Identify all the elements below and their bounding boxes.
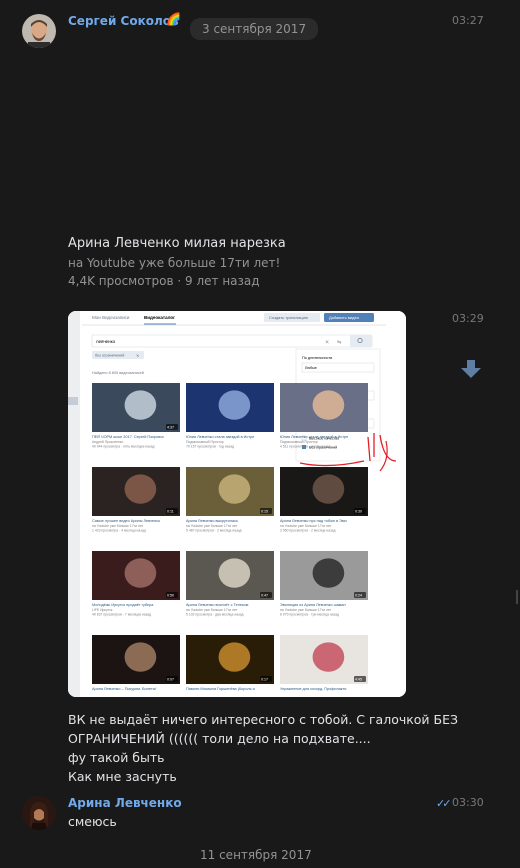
svg-text:×: × — [325, 340, 329, 346]
shot-add-video: Добавить видео — [329, 315, 360, 320]
avatar-sergey[interactable] — [22, 14, 56, 48]
shot-video-duration: 0:30 — [355, 510, 362, 514]
shot-video-views: 4 511 просмотров · месяц назад — [280, 445, 331, 449]
shot-video-card: 4:45 Упражнение для кохорд. Профилакти — [280, 635, 368, 691]
shot-video-views: 70 157 просмотров · год назад — [186, 445, 234, 449]
shot-video-thumbnail-subject — [312, 390, 345, 420]
shot-video-channel: на Youtube уже больше 17ти лет — [186, 524, 238, 528]
message-text-line: ВК не выдаёт ничего интересного с тобой.… — [68, 712, 459, 727]
shot-video-title: Памяти Михаила Горшенёва (Король и — [186, 687, 255, 691]
avatar-arina-image — [22, 796, 56, 830]
arrow-down-icon — [461, 360, 481, 378]
shot-video-thumbnail-subject — [312, 642, 345, 672]
message-text: смеюсь — [68, 814, 117, 829]
shot-video-title: Арина Левченко воспоёт с Телеком — [186, 603, 249, 607]
shot-video-title: Эволюция из Арина Левченко шаман — [280, 603, 346, 607]
shot-video-thumbnail-subject — [124, 558, 157, 588]
video-stats: 4,4K просмотров · 9 лет назад — [68, 274, 260, 288]
screenshot-image: Мои Видеозаписи Видеокаталог Создать тра… — [68, 311, 406, 697]
shot-video-thumbnail-subject — [312, 558, 345, 588]
shot-video-channel: на Youtube уже больше 17ти лет — [186, 608, 238, 612]
read-checkmark-icon: ✓✓ — [436, 797, 452, 810]
author-name[interactable]: Арина Левченко — [68, 796, 182, 810]
shot-video-thumbnail-subject — [218, 558, 251, 588]
shot-video-views: 5 102 просмотра · два месяца назад — [186, 613, 243, 617]
shot-video-title: Арина Левченко выкрутилась — [186, 519, 238, 523]
shot-search-value: левченко — [96, 339, 116, 344]
svg-text:×: × — [136, 353, 139, 358]
shot-video-channel: Подмосковный Простор — [280, 440, 318, 444]
shot-video-title: Самое лучшее видео Арины Левченко — [92, 519, 160, 523]
shot-video-duration: 0:17 — [261, 678, 268, 682]
shot-video-title: Арина Левченко – Покурим. Билеты! — [92, 687, 156, 691]
shot-video-views: 1 423 просмотра · 4 месяца назад — [92, 529, 146, 533]
avatar-arina[interactable] — [22, 796, 56, 830]
message-text-line: Как мне заснуть — [68, 769, 177, 784]
shot-video-thumbnail-subject — [218, 642, 251, 672]
message-text-line: фу такой быть — [68, 750, 165, 765]
shot-video-thumbnail-subject — [124, 390, 157, 420]
avatar-sergey-image — [22, 14, 56, 48]
scroll-down-button[interactable] — [458, 356, 484, 382]
shot-video-duration: 0:50 — [167, 594, 174, 598]
author-name[interactable]: Сергей Соколов — [68, 14, 179, 28]
shot-tab-catalog: Видеокаталог — [144, 315, 175, 320]
rainbow-badge-icon: 🌈 — [166, 12, 181, 26]
svg-text:Любые: Любые — [305, 366, 317, 370]
shot-video-channel: Подмосковный Простор — [186, 440, 224, 444]
video-title[interactable]: Арина Левченко милая нарезка — [68, 236, 286, 251]
shot-video-views: 9 487 просмотров · 2 месяца назад — [186, 529, 242, 533]
shot-video-views: 2 950 просмотров · 2 месяца назад — [280, 529, 336, 533]
shot-video-channel: Андрей Прокопенко — [92, 440, 123, 444]
message-text-line: ОГРАНИЧЕНИЙ (((((( толи дело на подхвате… — [68, 731, 371, 746]
video-channel[interactable]: на Youtube уже больше 17ти лет! — [68, 256, 280, 270]
shot-video-duration: 0:24 — [355, 594, 362, 598]
svg-text:⇆: ⇆ — [337, 340, 341, 346]
date-pill: 3 сентября 2017 — [190, 18, 319, 40]
date-separator: 11 сентября 2017 — [200, 848, 312, 862]
shot-found-count: Найдено 8 805 видеозаписей — [92, 371, 144, 375]
shot-video-duration: 4:37 — [167, 426, 174, 430]
message-time: 03:30 — [452, 796, 484, 809]
video-player-area[interactable] — [68, 50, 406, 228]
shot-video-title: Арина Левченко прс над тобою в Эми — [280, 519, 347, 523]
shot-video-channel: на Youtube уже больше 17ти лет — [280, 524, 332, 528]
shot-video-channel: LIFE Иркутск — [92, 608, 113, 612]
shot-video-views: 40 044 просмотра · пять месяцев назад — [92, 445, 154, 449]
shot-video-thumbnail-subject — [124, 474, 157, 504]
shot-video-card: 0:17 Памяти Михаила Горшенёва (Король и — [186, 635, 274, 691]
shot-video-duration: 4:45 — [355, 678, 362, 682]
shot-video-thumbnail-subject — [124, 642, 157, 672]
shot-create-stream: Создать трансляцию — [269, 315, 308, 320]
shot-video-title: Молодёжь Иркутск продаёт губера — [92, 603, 154, 607]
shot-video-channel: на Youtube уже больше 17ти лет — [280, 608, 332, 612]
shot-video-title: Юлия Левченко стала звездой в Истре — [186, 435, 254, 439]
screenshot-attachment[interactable]: Мои Видеозаписи Видеокаталог Создать тра… — [68, 311, 406, 697]
shot-video-card: 0:07 Арина Левченко – Покурим. Билеты! — [92, 635, 180, 691]
shot-tab-my-videos: Мои Видеозаписи — [92, 315, 130, 320]
scrollbar-marker[interactable] — [516, 590, 518, 604]
message-time: 03:27 — [452, 14, 484, 27]
shot-video-duration: 0:15 — [261, 510, 268, 514]
shot-video-thumbnail-subject — [312, 474, 345, 504]
shot-video-title: Юлия Левченко стала звездой в Истре — [280, 435, 348, 439]
shot-video-thumbnail-subject — [218, 474, 251, 504]
shot-video-channel: на Youtube уже больше 17ти лет — [92, 524, 144, 528]
shot-filter-tag: без ограничений — [95, 354, 124, 358]
shot-video-duration: 0:11 — [167, 510, 174, 514]
shot-video-title: Упражнение для кохорд. Профилакти — [280, 687, 346, 691]
message-time: 03:29 — [452, 312, 484, 325]
svg-text:По длительности: По длительности — [302, 356, 332, 360]
shot-video-thumbnail-subject — [218, 390, 251, 420]
shot-video-views: 6 079 просмотров · три месяца назад — [280, 613, 339, 617]
shot-video-title: ПЕЙ ЧОРМ шоке 2017. Сергей Покровск — [92, 435, 164, 439]
shot-video-duration: 0:07 — [167, 678, 174, 682]
shot-video-duration: 0:47 — [261, 594, 268, 598]
shot-video-views: 49 637 просмотров · 7 месяцев назад — [92, 613, 151, 617]
